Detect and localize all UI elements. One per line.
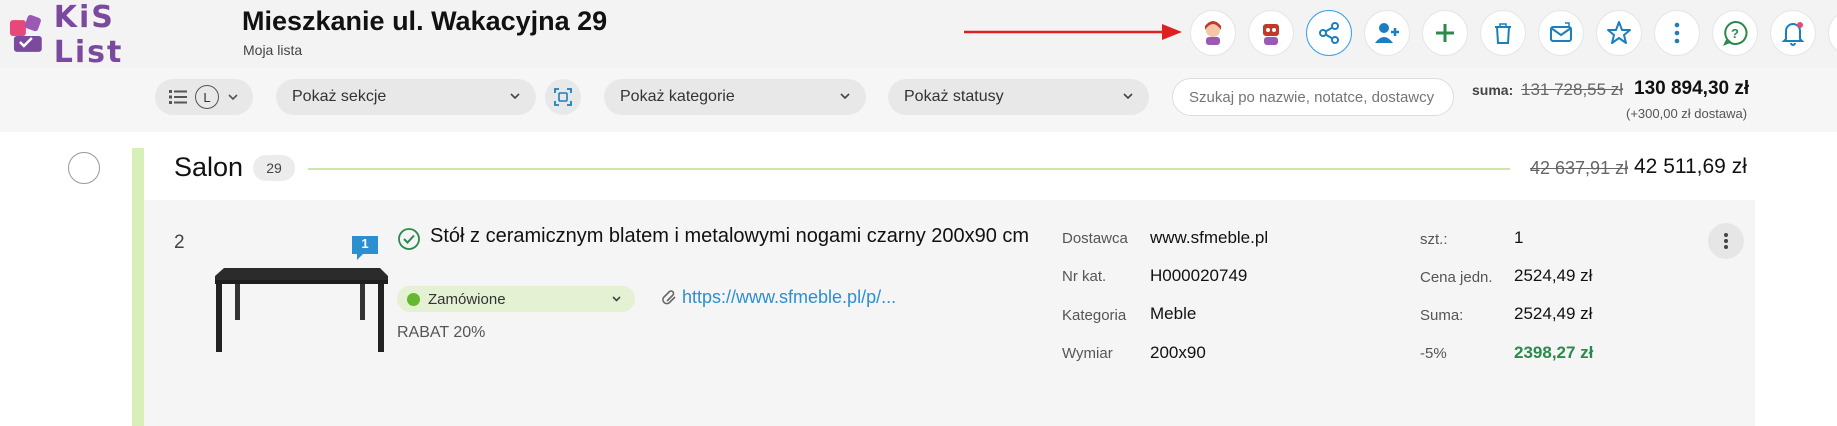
paperclip-icon [662, 290, 676, 305]
share-icon [1319, 22, 1339, 44]
product-link[interactable]: https://www.sfmeble.pl/p/... [682, 287, 896, 308]
catalog-number-label: Nr kat. [1062, 268, 1107, 285]
view-size-toggle[interactable]: L [155, 79, 253, 115]
chevron-down-icon [840, 93, 850, 100]
product-image[interactable] [212, 268, 388, 352]
notifications-button[interactable] [1770, 10, 1816, 56]
favorite-button[interactable] [1596, 10, 1642, 56]
catalog-number-value: H000020749 [1150, 266, 1248, 285]
add-item-button[interactable] [1422, 10, 1468, 56]
more-options-button[interactable] [1654, 10, 1700, 56]
categories-select-label: Pokaż kategorie [620, 88, 735, 105]
item-index: 2 [174, 232, 185, 253]
section-checkbox[interactable] [68, 152, 100, 184]
chevron-down-icon [228, 94, 238, 101]
sum-old-total: 131 728,55 zł [1521, 80, 1624, 99]
list-item[interactable]: 2 1 Stół z ceramicznym blatem i metalowy… [144, 200, 1755, 426]
status-dot-icon [407, 292, 420, 306]
plus-icon [1436, 24, 1454, 42]
supplier-label: Dostawca [1062, 230, 1128, 247]
unit-price-value[interactable]: 2524,49 zł [1514, 266, 1592, 286]
discount-label: -5% [1420, 345, 1447, 362]
more-vertical-icon [1724, 233, 1728, 249]
sum-label: suma: [1472, 82, 1514, 98]
help-button[interactable]: ? [1712, 10, 1758, 56]
logo-text: KiS List [53, 0, 124, 70]
page-title: Mieszkanie ul. Wakacyjna 29 [242, 6, 608, 36]
item-more-button[interactable] [1708, 223, 1744, 259]
sum-delivery-cost: (+300,00 zł dostawa) [1626, 106, 1748, 121]
collaborator-avatar-button[interactable] [1190, 10, 1236, 56]
avatar-female-icon [1205, 21, 1221, 45]
quantity-label: szt.: [1420, 231, 1448, 248]
bell-icon [1781, 22, 1805, 46]
share-button[interactable] [1306, 10, 1352, 56]
mail-sync-button[interactable] [1538, 10, 1584, 56]
app-header: KiS List Mieszkanie ul. Wakacyjna 29 Moj… [0, 0, 1837, 70]
status-label: Zamówione [428, 290, 506, 308]
supplier-value: www.sfmeble.pl [1150, 228, 1269, 247]
mail-sync-icon [1550, 22, 1572, 42]
section-item-count: 29 [253, 155, 295, 181]
whatsapp-help-icon: ? [1722, 20, 1748, 46]
trash-icon [1495, 23, 1511, 44]
categories-select[interactable]: Pokaż kategorie [604, 79, 866, 115]
sections-select-label: Pokaż sekcje [292, 88, 387, 105]
delete-button[interactable] [1480, 10, 1526, 56]
list-view-icon [169, 90, 187, 104]
section-new-total: 42 511,69 zł [1634, 155, 1747, 178]
scan-icon [554, 88, 572, 106]
unit-price-label: Cena jedn. [1420, 269, 1493, 286]
red-arrow-annotation [964, 24, 1182, 40]
search-input[interactable] [1172, 78, 1454, 116]
add-user-icon [1375, 23, 1399, 43]
comment-count: 1 [361, 236, 369, 251]
section-title[interactable]: Salon [174, 152, 243, 183]
more-vertical-icon [1674, 22, 1680, 44]
section-divider [308, 168, 1510, 170]
view-size-label: L [195, 85, 219, 109]
add-user-button[interactable] [1364, 10, 1410, 56]
logo-icon [9, 14, 42, 52]
star-icon [1607, 21, 1631, 44]
quantity-value[interactable]: 1 [1514, 228, 1523, 248]
sections-select[interactable]: Pokaż sekcje [276, 79, 536, 115]
chevron-down-icon [612, 296, 621, 302]
item-note: RABAT 20% [397, 324, 486, 341]
page-subtitle: Moja lista [243, 42, 303, 58]
dimension-label: Wymiar [1062, 345, 1113, 362]
user-profile-button[interactable] [1828, 10, 1837, 56]
discounted-price: 2398,27 zł [1514, 343, 1594, 362]
section-color-bar [132, 148, 144, 426]
status-select[interactable]: Zamówione [397, 286, 635, 312]
dimension-value: 200x90 [1150, 343, 1206, 362]
toolbar: ? [1190, 8, 1837, 58]
assistant-avatar-button[interactable] [1248, 10, 1294, 56]
filter-bar: L Pokaż sekcje Pokaż kategorie Pokaż sta… [0, 68, 1837, 132]
statuses-select[interactable]: Pokaż statusy [888, 79, 1149, 115]
sum-row-label: Suma: [1420, 307, 1464, 324]
item-name[interactable]: Stół z ceramicznym blatem i metalowymi n… [430, 224, 1030, 249]
category-label: Kategoria [1062, 307, 1127, 324]
chevron-down-icon [510, 93, 520, 100]
avatar-robot-icon [1263, 24, 1279, 45]
category-value: Meble [1150, 304, 1197, 323]
check-circle-icon[interactable] [397, 227, 421, 251]
sum-new-total: 130 894,30 zł [1634, 78, 1750, 99]
app-logo[interactable]: KiS List [6, 0, 196, 70]
sum-row-value: 2524,49 zł [1514, 304, 1593, 323]
section-old-total: 42 637,91 zł [1530, 158, 1629, 178]
scan-button[interactable] [545, 79, 581, 115]
comment-badge[interactable]: 1 [351, 235, 379, 261]
statuses-select-label: Pokaż statusy [904, 88, 1004, 105]
chevron-down-icon [1123, 93, 1133, 100]
svg-text:?: ? [1731, 26, 1739, 41]
